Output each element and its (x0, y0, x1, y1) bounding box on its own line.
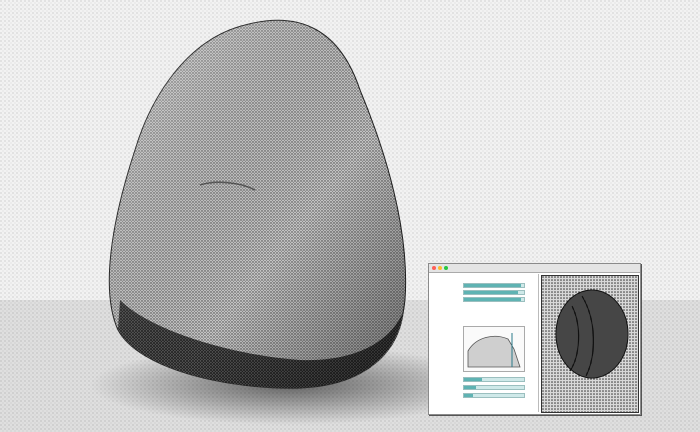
slider-5-row (431, 384, 535, 390)
preview-image (541, 275, 639, 413)
slider-2-row (431, 289, 535, 295)
slider-3-fill (464, 298, 521, 301)
zoom-window-icon[interactable] (444, 266, 448, 270)
slider-6-fill (464, 394, 473, 397)
window-titlebar[interactable] (429, 264, 640, 273)
desktop-canvas (0, 0, 700, 432)
histogram-curve (467, 333, 521, 368)
slider-4-row (431, 376, 535, 382)
slider-1-fill (464, 284, 521, 287)
window-title (489, 264, 579, 272)
slider-2-fill (464, 291, 518, 294)
slider-5-fill (464, 386, 476, 389)
slider-5[interactable] (463, 385, 525, 390)
slider-1[interactable] (463, 283, 525, 288)
dither-app-window[interactable] (428, 263, 641, 415)
close-window-icon[interactable] (432, 266, 436, 270)
slider-3-row (431, 296, 535, 302)
controls-panel (431, 274, 535, 412)
slider-3[interactable] (463, 297, 525, 302)
histogram-graph[interactable] (463, 326, 525, 372)
slider-6[interactable] (463, 393, 525, 398)
minimize-window-icon[interactable] (438, 266, 442, 270)
slider-2[interactable] (463, 290, 525, 295)
slider-4[interactable] (463, 377, 525, 382)
slider-1-row (431, 282, 535, 288)
slider-4-fill (464, 378, 482, 381)
preview-panel (538, 274, 639, 413)
slider-6-row (431, 392, 535, 398)
